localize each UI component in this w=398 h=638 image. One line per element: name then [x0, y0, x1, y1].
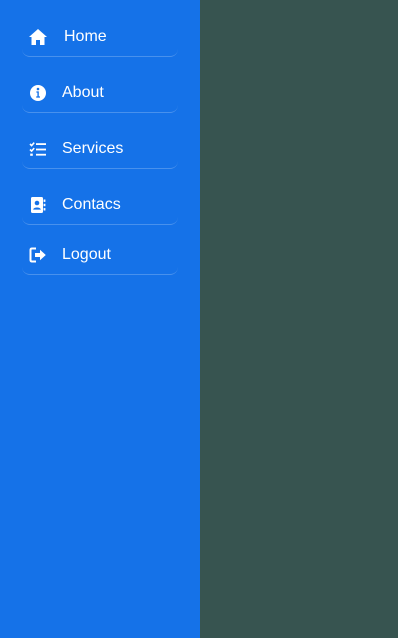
info-icon: [28, 83, 48, 103]
contact-book-icon: [28, 195, 48, 215]
sidebar-item-label: Home: [64, 27, 107, 45]
sidebar: Home About Services Contacs Logout: [0, 0, 200, 638]
checklist-icon: [28, 139, 48, 159]
main-content-area: [200, 0, 398, 638]
sidebar-item-home[interactable]: Home: [22, 17, 178, 57]
sidebar-item-contacts[interactable]: Contacs: [22, 185, 178, 225]
sidebar-item-label: Logout: [62, 245, 111, 263]
sidebar-item-about[interactable]: About: [22, 73, 178, 113]
sidebar-item-logout[interactable]: Logout: [22, 235, 178, 275]
sidebar-item-label: Contacs: [62, 195, 121, 213]
sidebar-item-label: About: [62, 83, 104, 101]
app-window: Home About Services Contacs Logout: [0, 0, 398, 638]
sidebar-item-label: Services: [62, 139, 124, 157]
home-icon: [28, 27, 48, 47]
sidebar-item-services[interactable]: Services: [22, 129, 178, 169]
logout-icon: [28, 245, 48, 265]
